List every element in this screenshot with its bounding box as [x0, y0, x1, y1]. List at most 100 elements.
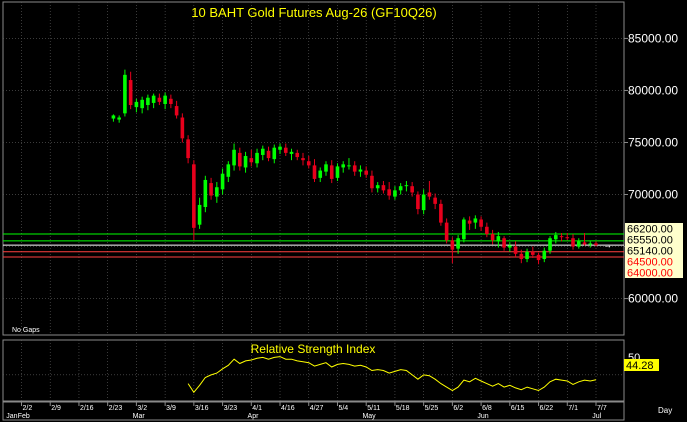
- x-tick-label: 5/25: [425, 405, 439, 412]
- candle-body: [508, 245, 512, 248]
- candle-body: [157, 97, 162, 102]
- candle-body: [502, 238, 506, 248]
- y-tick-label: 85000.00: [628, 31, 678, 45]
- chart-root: → 10 BAHT Gold Futures Aug-26 (GF10Q26) …: [0, 0, 687, 422]
- candle-body: [192, 164, 196, 228]
- candle-body: [433, 197, 437, 204]
- candle-body: [427, 192, 432, 197]
- x-tick-label: 3/9: [166, 405, 176, 412]
- candle-body: [289, 151, 294, 154]
- candle-body: [387, 189, 391, 196]
- x-tick-label: 6/15: [511, 405, 525, 412]
- month-label: Feb: [18, 413, 30, 420]
- no-gaps-note: No Gaps: [12, 327, 40, 334]
- candle-body: [358, 169, 363, 172]
- candle-body: [255, 152, 259, 164]
- candle-body: [283, 147, 288, 153]
- candle-body: [456, 238, 460, 249]
- candle-body: [576, 241, 581, 247]
- candle-body: [295, 152, 300, 158]
- day-label: Day: [658, 406, 672, 415]
- x-tick-label: 6/8: [482, 405, 492, 412]
- candle-body: [490, 234, 495, 241]
- level-labels: 66200.0065550.0065140.0064500.0064000.00: [625, 223, 683, 280]
- candle-body: [496, 236, 501, 242]
- rsi-panel: Relative Strength Index: [2, 339, 625, 402]
- candle-body: [393, 190, 397, 197]
- x-tick-label: 3/23: [224, 405, 238, 412]
- candle-body: [588, 243, 593, 245]
- x-tick-label: 5/11: [367, 405, 380, 412]
- candle-body: [312, 165, 317, 179]
- candle-body: [467, 220, 472, 224]
- candle-body: [169, 98, 173, 104]
- candle-body: [410, 186, 414, 193]
- candle-body: [565, 237, 570, 239]
- month-label: Apr: [248, 413, 260, 420]
- month-label: Jun: [477, 413, 488, 420]
- candle-body: [370, 175, 374, 189]
- candle-body: [203, 179, 208, 208]
- candle-body: [421, 194, 426, 211]
- x-tick-label: 2/2: [23, 405, 33, 412]
- candle-body: [209, 183, 213, 196]
- level-label: 64000.00: [627, 268, 673, 280]
- x-tick-label: 4/1: [252, 405, 262, 412]
- y-tick-label: 70000.00: [628, 188, 678, 202]
- x-tick-label: 2/9: [51, 405, 61, 412]
- candle-body: [197, 204, 202, 225]
- y-tick-label: 60000.00: [628, 292, 678, 306]
- candle-body: [128, 80, 133, 106]
- candle-body: [220, 173, 225, 190]
- x-tick-label: 3/2: [137, 405, 147, 412]
- candle-body: [249, 158, 254, 163]
- candle-body: [582, 242, 587, 245]
- candle-body: [439, 203, 443, 223]
- x-tick-label: 5/18: [396, 405, 410, 412]
- candle-body: [226, 164, 231, 177]
- candle-body: [278, 146, 282, 150]
- candle-body: [594, 243, 598, 246]
- candle-body: [123, 74, 127, 114]
- rsi-value-label: 44.28: [626, 360, 654, 372]
- candle-body: [416, 194, 420, 210]
- candle-body: [485, 226, 489, 235]
- chart-title: 10 BAHT Gold Futures Aug-26 (GF10Q26): [191, 5, 436, 20]
- candle-body: [473, 218, 478, 223]
- candle-body: [542, 250, 547, 260]
- candle-body: [352, 165, 357, 172]
- candle-body: [180, 117, 185, 139]
- candle-body: [548, 238, 552, 251]
- candle-body: [174, 106, 179, 116]
- last-price-arrow: →: [603, 240, 612, 250]
- candle-body: [536, 254, 541, 261]
- rsi-title: Relative Strength Index: [251, 342, 376, 356]
- candle-body: [553, 235, 558, 240]
- x-tick-label: 5/4: [338, 405, 348, 412]
- candle-body: [111, 115, 116, 119]
- candle-body: [266, 150, 271, 159]
- x-tick-label: 4/27: [310, 405, 324, 412]
- x-tick-label: 7/1: [568, 405, 578, 412]
- candle-body: [450, 240, 455, 250]
- candle-body: [479, 219, 483, 227]
- candle-body: [525, 251, 529, 260]
- x-tick-label: 4/16: [281, 405, 295, 412]
- candle-body: [324, 164, 328, 172]
- candle-body: [117, 117, 121, 120]
- x-tick-label: 3/16: [195, 405, 209, 412]
- candle-body: [151, 95, 156, 103]
- candle-body: [571, 238, 575, 247]
- candle-body: [335, 166, 340, 178]
- candle-body: [462, 219, 466, 240]
- y-tick-label: 75000.00: [628, 135, 678, 149]
- candle-body: [341, 164, 346, 168]
- candle-body: [243, 156, 248, 168]
- candle-body: [238, 152, 242, 167]
- candle-body: [329, 165, 334, 179]
- candle-body: [318, 170, 323, 178]
- candle-body: [531, 251, 535, 255]
- candle-body: [146, 97, 150, 106]
- candle-body: [513, 246, 518, 254]
- candle-body: [375, 185, 380, 189]
